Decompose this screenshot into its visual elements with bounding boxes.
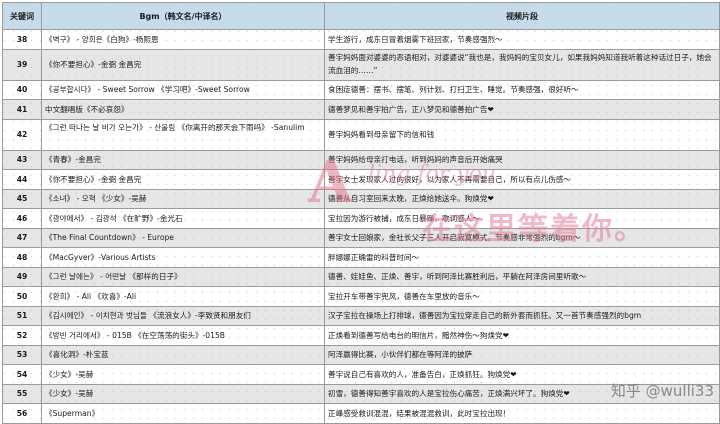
bgm-cell: 《소녀》 - 오혁 《少女》-吴赫: [41, 188, 325, 209]
keyword-cell: 39: [2, 48, 42, 81]
bgm-cell: 《MacGyver》-Various Artists: [41, 247, 325, 268]
bgm-cell: 《你不要担心》-金弼 金昌完: [41, 48, 325, 81]
keyword-cell: 44: [2, 169, 42, 190]
clip-cell: 汉子宝拉在操场上打排球，德善因为宝拉穿走自己的新外套而抓狂。又一首节奏感强烈的b…: [324, 305, 720, 326]
table-row: 56 《Superman》 正峰感受救训混混，结果被混混救训，此时宝拉出现！: [2, 403, 720, 424]
keyword-cell: 40: [2, 79, 42, 100]
clip-cell: 阿泽赢得比赛，小伙伴们都在等阿泽的披萨: [324, 344, 720, 365]
bgm-cell: 《공부합시다》 - Sweet Sorrow 《学习吧》-Sweet Sorro…: [41, 79, 325, 100]
keyword-cell: 45: [2, 188, 42, 209]
clip-cell: 善宇妈妈看到母亲留下的信和钱: [324, 118, 720, 151]
bgm-cell: 《그런 떠나는 날 비가 오는가》 - 산울림 《你离开的那天会下雨吗》 -Sa…: [41, 118, 325, 151]
keyword-cell: 56: [2, 403, 42, 424]
keyword-cell: 42: [2, 118, 42, 151]
keyword-cell: 46: [2, 208, 42, 229]
bgm-cell: 《광야에서》 - 김광석 《在旷野》-金光石: [41, 208, 325, 229]
clip-cell: 食困症德善：摆书、摆笔、列计划、打扫卫生、睡觉。节奏感强，很好听～: [324, 79, 720, 100]
table-row: 41 中文翻唱版《不必哀怨》 德善梦见和善宇拍广告，正八梦见和德善拍广告❤: [2, 99, 720, 120]
clip-cell: 胖娜娜正确雷的科普时间～: [324, 247, 720, 268]
bgm-cell: 《少女》-吴赫: [41, 383, 325, 404]
table-row: 50 《환희》 - Ali 《欢喜》-Ali 宝拉开车带善宇兜风，德善在车里放的音乐…: [2, 286, 720, 307]
header-clip: 视频片段: [324, 2, 720, 30]
clip-cell: 德善梦见和善宇拍广告，正八梦见和德善拍广告❤: [324, 99, 720, 120]
bgm-cell: 《김시에인》 - 이치현과 벗님들 《流浪女人》-李致贤和朋友们: [41, 305, 325, 326]
bgm-cell: 《그런 날에는》 - 어떤날 《那样的日子》: [41, 266, 325, 287]
clip-cell: 德善、娃娃鱼、正焕、善宇，听到阿泽比赛胜利后，平躺在阿泽房间里听歌～: [324, 266, 720, 287]
bgm-cell: 《青春》-金昌完: [41, 149, 325, 170]
bgm-cell: 《환희》 - Ali 《欢喜》-Ali: [41, 286, 325, 307]
keyword-cell: 38: [2, 29, 42, 50]
keyword-cell: 43: [2, 149, 42, 170]
header-bgm: Bgm（韩文名/中译名）: [41, 2, 325, 30]
table-row: 44 《你不要担心》-金弼 金昌完 善宇女士发现家人过的很好，以为家人不再需要自己，…: [2, 169, 720, 190]
keyword-cell: 52: [2, 325, 42, 346]
clip-cell: 善宇妈妈面对婆婆的恶语相对，对婆婆说“我也是，我妈妈的宝贝女儿，如果我妈妈知道我…: [324, 48, 720, 81]
bgm-cell: 中文翻唱版《不必哀怨》: [41, 99, 325, 120]
table-row: 49 《그런 날에는》 - 어떤날 《那样的日子》 德善、娃娃鱼、正焕、善宇，听到阿…: [2, 266, 720, 287]
bgm-cell: 《少女》-吴赫: [41, 364, 325, 385]
watermark-letter: A: [308, 148, 353, 216]
table-row: 48 《MacGyver》-Various Artists 胖娜娜正确雷的科普时间～: [2, 247, 720, 268]
bgm-cell: 《Superman》: [41, 403, 325, 424]
table-row: 38 《벽구》 - 양희은《白狗》-杨熙恩 学生游行，成东日冒着烟雾下班回家，节奏感…: [2, 29, 720, 50]
bgm-cell: 《The Final Countdown》 - Europe: [41, 227, 325, 248]
table-row: 51 《김시에인》 - 이치현과 벗님들 《流浪女人》-李致贤和朋友们 汉子宝拉在操…: [2, 305, 720, 326]
table-row: 52 《방빈 거리에서》 - 015B 《在空荡荡的街头》-015B 正焕看到德善写…: [2, 325, 720, 346]
table-row: 53 《喜化洞》-朴宝蓝 阿泽赢得比赛，小伙伴们都在等阿泽的披萨: [2, 344, 720, 365]
table-row: 39 《你不要担心》-金弼 金昌完 善宇妈妈面对婆婆的恶语相对，对婆婆说“我也是，我…: [2, 48, 720, 81]
keyword-cell: 50: [2, 286, 42, 307]
watermark-cn: 在这里等着你。: [422, 212, 646, 247]
keyword-cell: 47: [2, 227, 42, 248]
clip-cell: 学生游行，成东日冒着烟雾下班回家，节奏感强烈～: [324, 29, 720, 50]
clip-cell: 宝拉开车带善宇兜风，德善在车里放的音乐～: [324, 286, 720, 307]
zhihu-credit: 知乎 @wulli33: [610, 382, 714, 400]
keyword-cell: 53: [2, 344, 42, 365]
keyword-cell: 55: [2, 383, 42, 404]
keyword-cell: 41: [2, 99, 42, 120]
table-row: 42 《그런 떠나는 날 비가 오는가》 - 산울림 《你离开的那天会下雨吗》 -…: [2, 118, 720, 151]
keyword-cell: 48: [2, 247, 42, 268]
keyword-cell: 54: [2, 364, 42, 385]
keyword-cell: 49: [2, 266, 42, 287]
table-header-row: 关键词 Bgm（韩文名/中译名） 视频片段: [2, 2, 720, 30]
header-keyword: 关键词: [2, 2, 42, 30]
clip-cell: 正焕看到德善写给电台的明信片，黯然神伤～狗焕党❤: [324, 325, 720, 346]
table-row: 43 《青春》-金昌完 善宇妈妈给母亲打电话，听到妈妈的声音后开始痛哭: [2, 149, 720, 170]
keyword-cell: 51: [2, 305, 42, 326]
bgm-cell: 《喜化洞》-朴宝蓝: [41, 344, 325, 365]
watermark-line: ling for you: [368, 162, 497, 187]
bgm-cell: 《벽구》 - 양희은《白狗》-杨熙恩: [41, 29, 325, 50]
bgm-cell: 《你不要担心》-金弼 金昌完: [41, 169, 325, 190]
clip-cell: 正峰感受救训混混，结果被混混救训，此时宝拉出现！: [324, 403, 720, 424]
bgm-cell: 《방빈 거리에서》 - 015B 《在空荡荡的街头》-015B: [41, 325, 325, 346]
table-row: 40 《공부합시다》 - Sweet Sorrow 《学习吧》-Sweet Sor…: [2, 79, 720, 100]
